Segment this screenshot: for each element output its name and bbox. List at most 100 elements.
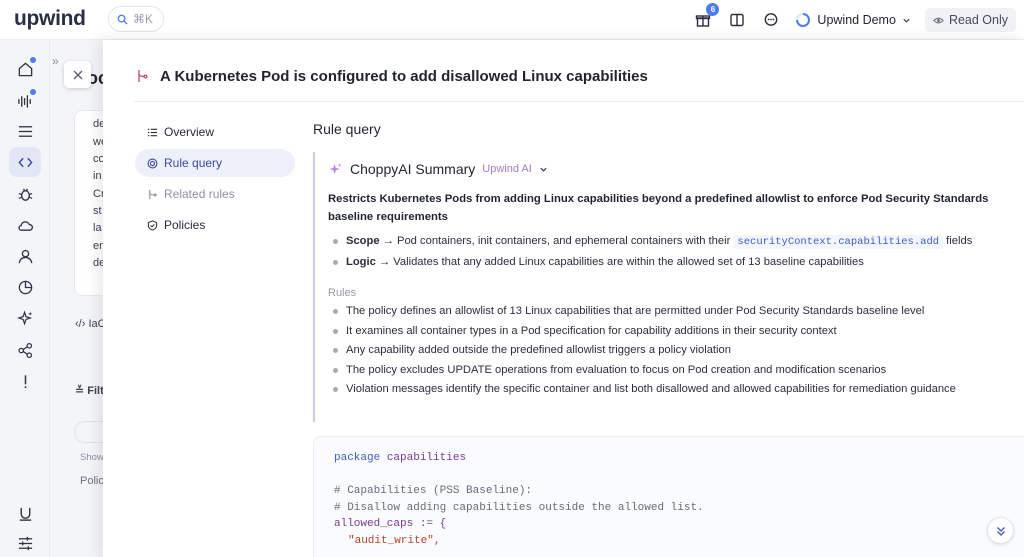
drawer-title: A Kubernetes Pod is configured to add di… <box>160 67 648 85</box>
exclamation-icon <box>24 374 26 388</box>
user-icon <box>18 249 32 263</box>
logic-text: → Validates that any added Linux capabil… <box>378 255 864 268</box>
home-icon <box>18 61 32 76</box>
logic-label: Logic <box>346 255 376 268</box>
chat-button[interactable] <box>761 10 781 30</box>
read-only-badge: Read Only <box>924 8 1016 32</box>
code-comment: # Capabilities (PSS Baseline): <box>334 485 533 497</box>
eye-icon <box>933 17 944 23</box>
upwind-mark-icon <box>19 507 31 521</box>
notification-badge: 6 <box>706 3 720 16</box>
org-selector[interactable]: Upwind Demo <box>795 12 911 28</box>
chevron-down-icon <box>903 18 910 23</box>
panel-toggle-button[interactable] <box>727 10 747 30</box>
sparkle-icon <box>329 162 342 174</box>
bg-show-label: Show <box>80 452 104 463</box>
rail-cloud[interactable] <box>9 210 41 240</box>
code-comment: # Disallow adding capabilities outside t… <box>334 501 704 514</box>
bg-policy-label: Polic <box>80 475 104 487</box>
ai-tag: Upwind AI <box>482 163 532 175</box>
drawer-side-nav: Overview Rule query Related rules Polici… <box>135 118 295 242</box>
section-title: Rule query <box>313 121 381 137</box>
top-bar: upwind ⌘K 6 Upwind Demo Read Only <box>0 0 1024 40</box>
scope-text: → Pod containers, init containers, and e… <box>382 235 731 247</box>
pie-chart-icon <box>18 280 32 294</box>
sparkle-icon <box>16 309 32 326</box>
nav-policies-label: Policies <box>164 218 206 232</box>
rail-code[interactable] <box>9 147 41 177</box>
rail-inventory[interactable] <box>9 116 41 146</box>
rail-alerts[interactable] <box>9 366 41 396</box>
org-spinner-icon <box>796 13 811 27</box>
rail-upwind[interactable] <box>9 498 41 528</box>
whats-new-button[interactable]: 6 <box>693 3 720 30</box>
code-assignment: allowed_caps := { <box>334 518 447 530</box>
rule-item: Any capability added outside the predefi… <box>328 341 1024 361</box>
target-icon <box>147 158 158 168</box>
rule-item: It examines all container types in a Pod… <box>328 322 1024 342</box>
org-name: Upwind Demo <box>817 13 896 27</box>
rail-vulnerabilities[interactable] <box>9 179 41 209</box>
rail-home[interactable] <box>9 54 41 84</box>
waveform-icon <box>17 94 31 108</box>
sliders-icon <box>18 536 32 550</box>
search-button[interactable]: ⌘K <box>108 6 164 32</box>
rules-label: Rules <box>328 287 357 299</box>
rail-ai[interactable] <box>9 303 41 333</box>
double-chevron-down-icon <box>996 526 1005 536</box>
book-icon <box>730 13 745 27</box>
home-notification-dot <box>30 57 36 63</box>
rail-identities[interactable] <box>9 241 41 271</box>
bg-line: la <box>93 222 102 234</box>
chat-icon <box>765 13 778 26</box>
nav-overview-label: Overview <box>164 125 215 139</box>
logic-bullet: Logic → Validates that any added Linux c… <box>328 253 1024 273</box>
scroll-down-button[interactable] <box>987 517 1014 544</box>
ai-summary-header[interactable]: ChoppyAI Summary Upwind AI <box>328 156 1024 182</box>
rule-code-block[interactable]: package capabilities # Capabilities (PSS… <box>313 436 1024 557</box>
rail-settings[interactable] <box>9 528 41 557</box>
code-icon <box>17 157 33 167</box>
bg-iac-label: ‹/› IaC <box>75 318 106 330</box>
bg-line: in <box>93 170 102 182</box>
rail-activity[interactable] <box>9 86 41 116</box>
chevron-down-icon <box>540 167 547 172</box>
scope-label: Scope <box>346 235 380 247</box>
search-shortcut: ⌘K <box>133 12 154 26</box>
ai-summary-title: ChoppyAI Summary <box>350 161 476 177</box>
list-icon <box>18 125 32 137</box>
code-package-keyword: package <box>334 452 381 464</box>
rail-integrations[interactable] <box>9 335 41 365</box>
bg-line: st <box>93 205 102 217</box>
search-icon <box>117 14 128 24</box>
scope-code: securityContext.capabilities.add <box>733 235 944 249</box>
branch-icon <box>138 70 148 82</box>
nav-related-rules[interactable]: Related rules <box>135 180 295 208</box>
bug-icon <box>18 188 32 201</box>
scope-bullet: Scope → Pod containers, init containers,… <box>328 232 1024 253</box>
ai-summary-panel: ChoppyAI Summary Upwind AI Restricts Kub… <box>313 152 1024 422</box>
shield-check-icon <box>147 219 158 231</box>
cloud-icon <box>17 220 33 231</box>
nav-rule-query-label: Rule query <box>164 156 223 170</box>
code-package-name: capabilities <box>386 452 467 464</box>
close-icon <box>73 70 82 79</box>
rail-reports[interactable] <box>9 272 41 302</box>
branch-icon <box>149 189 157 199</box>
rule-item: Violation messages identify the specific… <box>328 380 1024 400</box>
nav-rule-query[interactable]: Rule query <box>135 149 295 177</box>
code-string: "audit_write", <box>348 534 441 547</box>
list-icon <box>147 128 158 136</box>
activity-notification-dot <box>30 89 36 95</box>
rule-item: The policy defines an allowlist of 13 Li… <box>328 302 1024 322</box>
nav-policies[interactable]: Policies <box>135 211 295 239</box>
upwind-logo[interactable]: upwind <box>14 7 86 31</box>
share-nodes-icon <box>17 342 32 358</box>
nav-related-rules-label: Related rules <box>164 187 235 201</box>
left-nav-rail <box>0 40 50 557</box>
drawer-header: A Kubernetes Pod is configured to add di… <box>134 64 648 88</box>
nav-overview[interactable]: Overview <box>135 118 295 146</box>
bg-filter-label: ≚ Filt <box>75 385 104 397</box>
expand-sidebar-button[interactable]: » <box>52 54 59 68</box>
close-drawer-button[interactable] <box>64 61 91 88</box>
